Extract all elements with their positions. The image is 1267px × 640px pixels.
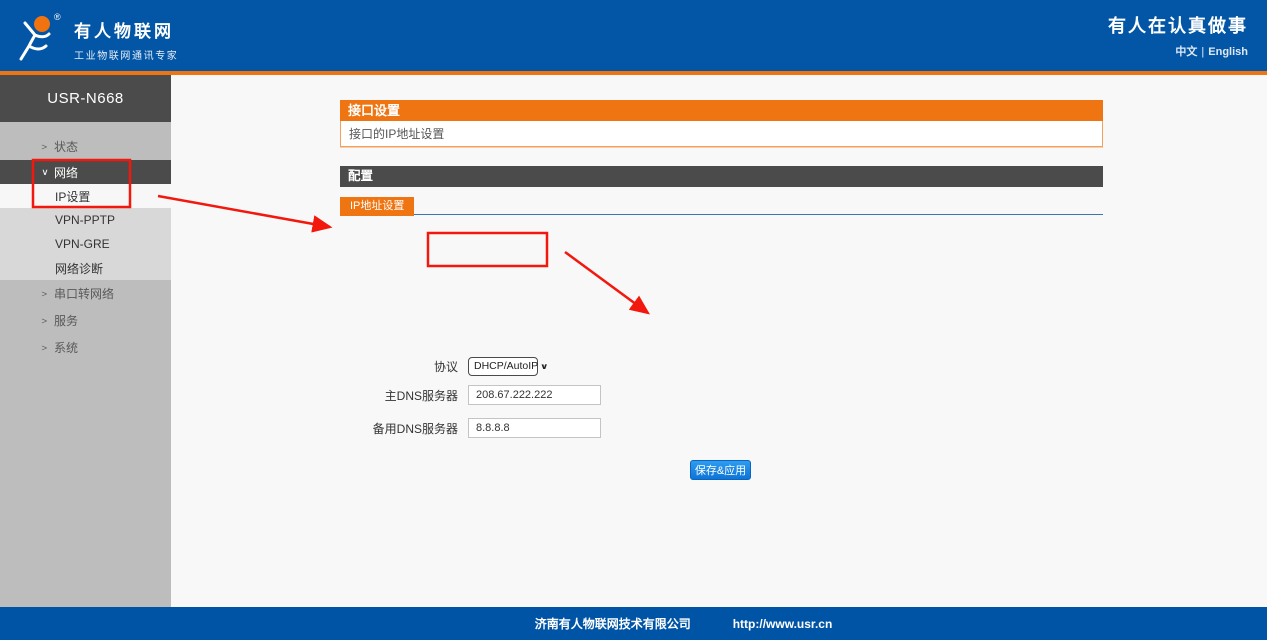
- main-content: 接口设置 接口的IP地址设置 配置 IP地址设置 协议 DHCP/AutoIP …: [171, 75, 1267, 607]
- sidebar-item-label: IP设置: [55, 188, 90, 205]
- brand-title: 有人物联网: [74, 17, 178, 42]
- sidebar-item-ip-settings[interactable]: IP设置: [0, 184, 171, 208]
- primary-dns-label: 主DNS服务器: [340, 387, 458, 404]
- footer-company: 济南有人物联网技术有限公司: [535, 615, 691, 632]
- page-title: 接口设置: [340, 100, 1103, 121]
- tab-bar: IP地址设置: [340, 196, 1103, 215]
- device-title: USR-N668: [0, 75, 171, 122]
- sidebar-item-label: 串口转网络: [54, 285, 114, 302]
- header-slogan: 有人在认真做事: [1108, 12, 1248, 38]
- lang-divider: |: [1201, 46, 1204, 58]
- language-switcher: 中文 | English: [1108, 43, 1248, 59]
- sidebar-item-label: 服务: [54, 312, 78, 329]
- brand: ® 有人物联网 工业物联网通讯专家: [12, 9, 178, 63]
- protocol-label: 协议: [340, 358, 458, 375]
- sidebar-item-status[interactable]: > 状态: [0, 133, 171, 160]
- backup-dns-input[interactable]: [468, 418, 601, 438]
- sidebar-item-label: 网络诊断: [55, 260, 103, 277]
- sidebar-item-label: 状态: [54, 138, 78, 155]
- chevron-right-icon: >: [41, 142, 54, 152]
- sidebar-nav: > 状态 ∨ 网络 IP设置 VPN-PPTP VPN-GRE 网络诊断 > 串…: [0, 122, 171, 361]
- sidebar-item-vpn-pptp[interactable]: VPN-PPTP: [0, 208, 171, 232]
- lang-chinese-link[interactable]: 中文: [1175, 46, 1197, 58]
- lang-english-link[interactable]: English: [1208, 46, 1248, 58]
- sidebar-item-label: VPN-GRE: [55, 237, 110, 251]
- sidebar-item-network-diagnosis[interactable]: 网络诊断: [0, 256, 171, 280]
- ip-settings-form: 协议 DHCP/AutoIP ∨ 主DNS服务器 备用DNS服务器: [340, 215, 1103, 515]
- tab-ip-address-settings[interactable]: IP地址设置: [340, 197, 414, 216]
- sidebar-item-serial-to-network[interactable]: > 串口转网络: [0, 280, 171, 307]
- sidebar-item-label: 系统: [54, 339, 78, 356]
- usr-logo-icon: ®: [12, 11, 64, 63]
- backup-dns-label: 备用DNS服务器: [340, 420, 458, 437]
- footer-url-link[interactable]: http://www.usr.cn: [733, 617, 833, 631]
- chevron-right-icon: >: [41, 289, 54, 299]
- sidebar: USR-N668 > 状态 ∨ 网络 IP设置 VPN-PPTP VPN-GRE…: [0, 75, 171, 607]
- protocol-select[interactable]: DHCP/AutoIP ∨: [468, 357, 538, 376]
- sidebar-item-system[interactable]: > 系统: [0, 334, 171, 361]
- sidebar-item-label: VPN-PPTP: [55, 213, 115, 227]
- chevron-right-icon: >: [41, 316, 54, 326]
- save-apply-button[interactable]: 保存&应用: [690, 460, 751, 480]
- header: ® 有人物联网 工业物联网通讯专家 有人在认真做事 中文 | English: [0, 0, 1267, 71]
- page-description: 接口的IP地址设置: [340, 121, 1103, 147]
- brand-tagline: 工业物联网通讯专家: [74, 47, 178, 62]
- chevron-right-icon: >: [41, 343, 54, 353]
- section-title: 配置: [340, 166, 1103, 187]
- primary-dns-input[interactable]: [468, 385, 601, 405]
- sidebar-item-services[interactable]: > 服务: [0, 307, 171, 334]
- protocol-select-value: DHCP/AutoIP: [474, 360, 538, 372]
- sidebar-item-network[interactable]: ∨ 网络: [0, 160, 171, 184]
- footer: 济南有人物联网技术有限公司 http://www.usr.cn: [0, 607, 1267, 640]
- sidebar-item-label: 网络: [54, 164, 78, 181]
- chevron-down-icon: ∨: [540, 362, 548, 371]
- chevron-down-icon: ∨: [41, 167, 54, 178]
- registered-mark-icon: ®: [54, 12, 61, 22]
- sidebar-item-vpn-gre[interactable]: VPN-GRE: [0, 232, 171, 256]
